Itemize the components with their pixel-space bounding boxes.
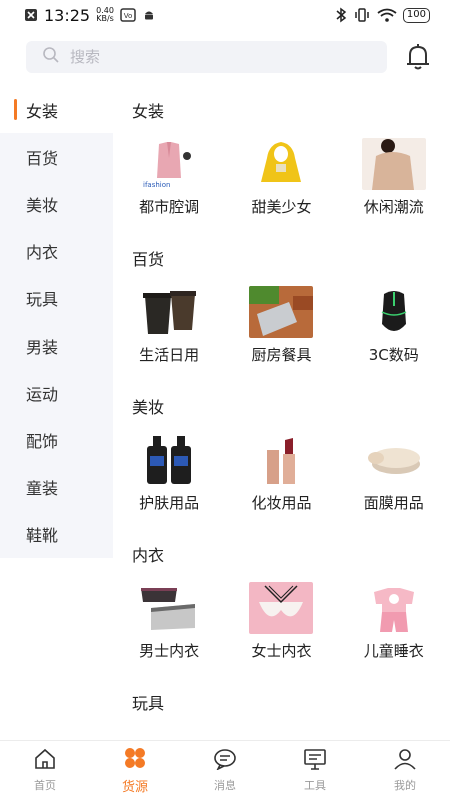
header <box>0 30 450 86</box>
category-item[interactable]: 护肤用品 <box>113 434 225 530</box>
category-label: 护肤用品 <box>139 494 200 512</box>
nav-supply[interactable]: 货源 <box>90 741 180 800</box>
gaming-mouse-image <box>361 286 426 338</box>
category-item[interactable]: 甜美少女 <box>225 138 337 234</box>
bra-image <box>249 582 314 634</box>
beige-sweater-image <box>361 138 426 190</box>
category-sidebar: 女装 百货 美妆 内衣 玩具 男装 运动 配饰 童装 鞋靴 <box>0 86 113 558</box>
sidebar-item-accessories[interactable]: 配饰 <box>0 416 113 463</box>
section-underwear: 内衣 男士内衣 女士内衣 儿童睡衣 <box>113 530 450 678</box>
wifi-icon <box>377 8 397 22</box>
nav-label: 消息 <box>214 779 236 792</box>
nav-messages[interactable]: 消息 <box>180 741 270 800</box>
kids-pajamas-image <box>361 582 426 634</box>
nav-label: 首页 <box>34 779 56 792</box>
pink-coat-image: ifashion <box>137 138 202 190</box>
status-bar: 13:25 0.40 KB/s Vo 100 <box>0 0 450 30</box>
category-item[interactable]: 3C数码 <box>338 286 450 382</box>
category-item[interactable]: 厨房餐具 <box>225 286 337 382</box>
section-title: 女装 <box>132 102 165 121</box>
category-label: 甜美少女 <box>251 198 312 216</box>
category-label: 儿童睡衣 <box>363 642 424 660</box>
nav-home[interactable]: 首页 <box>0 741 90 800</box>
category-item[interactable]: 化妆用品 <box>225 434 337 530</box>
cream-jar-image <box>361 434 426 486</box>
network-speed: 0.40 KB/s <box>96 6 114 23</box>
category-item[interactable]: 男士内衣 <box>113 582 225 678</box>
category-content: 女装 ifashion 都市腔调 甜美少女 休闲潮流 百货 生活日用 厨房餐具 … <box>113 86 450 740</box>
category-item[interactable]: 生活日用 <box>113 286 225 382</box>
skincare-bottles-image <box>137 434 202 486</box>
no-sim-icon <box>24 8 38 22</box>
search-icon <box>42 46 60 68</box>
lipstick-image <box>249 434 314 486</box>
section-general-goods: 百货 生活日用 厨房餐具 3C数码 <box>113 234 450 382</box>
vibrate-icon <box>353 8 371 22</box>
category-label: 休闲潮流 <box>363 198 424 216</box>
nav-profile[interactable]: 我的 <box>360 741 450 800</box>
battery-indicator: 100 <box>402 7 430 23</box>
sidebar-item-toys[interactable]: 玩具 <box>0 275 113 322</box>
android-icon <box>142 8 156 22</box>
bluetooth-icon <box>335 7 347 23</box>
trash-bins-image <box>137 286 202 338</box>
category-item[interactable]: 面膜用品 <box>338 434 450 530</box>
sidebar-item-beauty[interactable]: 美妆 <box>0 180 113 227</box>
message-icon <box>213 748 237 774</box>
category-label: 男士内衣 <box>139 642 200 660</box>
category-item[interactable]: 休闲潮流 <box>338 138 450 234</box>
sidebar-item-mens-clothing[interactable]: 男装 <box>0 322 113 369</box>
yellow-hoodie-image <box>249 138 314 190</box>
nav-label: 工具 <box>304 779 326 792</box>
category-label: 女士内衣 <box>251 642 312 660</box>
sidebar-item-sports[interactable]: 运动 <box>0 369 113 416</box>
sidebar-item-underwear[interactable]: 内衣 <box>0 228 113 275</box>
sidebar-item-womens-clothing[interactable]: 女装 <box>0 86 113 134</box>
search-input[interactable] <box>70 48 350 66</box>
nav-label: 货源 <box>121 779 148 795</box>
status-time: 13:25 <box>44 5 91 25</box>
volte-icon: Vo <box>120 8 136 22</box>
bottom-navigation: 首页 货源 消息 工具 我的 <box>0 740 450 800</box>
svg-text:Vo: Vo <box>124 12 133 20</box>
section-title: 内衣 <box>132 546 165 565</box>
grid-flower-icon <box>123 747 147 773</box>
category-label: 3C数码 <box>368 346 419 364</box>
category-label: 都市腔调 <box>139 198 200 216</box>
category-label: 化妆用品 <box>251 494 312 512</box>
section-toys: 玩具 <box>113 678 450 726</box>
category-item[interactable]: 儿童睡衣 <box>338 582 450 678</box>
section-womens-clothing: 女装 ifashion 都市腔调 甜美少女 休闲潮流 <box>113 86 450 234</box>
home-icon <box>33 748 57 774</box>
category-label: 生活日用 <box>139 346 200 364</box>
category-item[interactable]: 女士内衣 <box>225 582 337 678</box>
nav-tools[interactable]: 工具 <box>270 741 360 800</box>
sidebar-item-kids-clothing[interactable]: 童装 <box>0 464 113 511</box>
sidebar-item-general-goods[interactable]: 百货 <box>0 133 113 180</box>
kitchen-knife-image <box>249 286 314 338</box>
bell-icon[interactable] <box>404 42 432 72</box>
nav-label: 我的 <box>394 779 416 792</box>
mens-underwear-image <box>137 582 202 634</box>
section-title: 玩具 <box>132 694 165 713</box>
tools-icon <box>303 748 327 774</box>
search-bar[interactable] <box>26 41 387 73</box>
sidebar-item-shoes[interactable]: 鞋靴 <box>0 511 113 558</box>
section-title: 百货 <box>132 250 165 269</box>
section-beauty: 美妆 护肤用品 化妆用品 面膜用品 <box>113 382 450 530</box>
section-title: 美妆 <box>132 398 165 417</box>
category-label: 厨房餐具 <box>251 346 312 364</box>
category-item[interactable]: ifashion 都市腔调 <box>113 138 225 234</box>
brand-text: ifashion <box>143 181 170 189</box>
category-label: 面膜用品 <box>363 494 424 512</box>
profile-icon <box>393 748 417 774</box>
